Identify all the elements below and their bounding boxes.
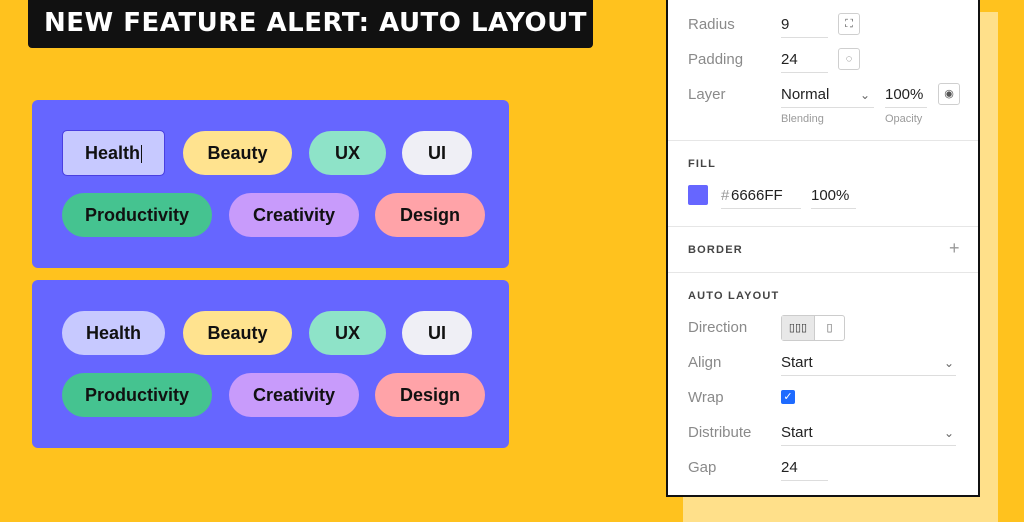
- fill-section-title: FILL: [688, 158, 717, 170]
- tag-creativity-label: Creativity: [252, 385, 336, 405]
- tag-health-label: Health: [85, 323, 141, 343]
- eye-icon[interactable]: ◉: [938, 83, 960, 105]
- tag-health-label: Health: [84, 143, 140, 163]
- opacity-underline: [885, 107, 927, 108]
- direction-label: Direction: [688, 319, 748, 336]
- blending-caption: Blending: [781, 113, 824, 125]
- tag-ui-label: UI: [428, 323, 446, 343]
- fill-opacity-underline: [811, 208, 856, 209]
- distribute-select[interactable]: Start: [781, 424, 813, 441]
- border-section-title: BORDER: [688, 244, 743, 256]
- tag-design[interactable]: Design: [375, 373, 485, 417]
- tag-beauty-label: Beauty: [207, 323, 268, 343]
- radius-underline: [781, 37, 828, 38]
- feature-banner: NEW FEATURE ALERT: AUTO LAYOUT: [28, 0, 593, 48]
- distribute-chevron-down-icon[interactable]: ⌄: [944, 426, 954, 440]
- fill-opacity-input[interactable]: 100%: [811, 187, 849, 204]
- gap-underline: [781, 480, 828, 481]
- fill-hash: #: [721, 187, 730, 204]
- fill-hex-input[interactable]: 6666FF: [731, 187, 783, 204]
- tag-creativity[interactable]: Creativity: [229, 193, 359, 237]
- tag-ui-label: UI: [428, 143, 446, 163]
- wrap-checkbox[interactable]: ✓: [781, 390, 795, 404]
- distribute-underline: [781, 445, 956, 446]
- tag-health[interactable]: Health: [62, 311, 165, 355]
- direction-toggle[interactable]: ▯▯▯ ▯: [781, 315, 845, 341]
- tag-beauty[interactable]: Beauty: [183, 131, 292, 175]
- text-cursor: [141, 145, 142, 164]
- radius-input[interactable]: 9: [781, 16, 789, 33]
- divider: [668, 140, 978, 141]
- blending-chevron-down-icon[interactable]: ⌄: [860, 88, 870, 102]
- tag-beauty-label: Beauty: [207, 143, 268, 163]
- tag-beauty[interactable]: Beauty: [183, 311, 292, 355]
- radius-label: Radius: [688, 16, 735, 33]
- opacity-input[interactable]: 100%: [885, 86, 923, 103]
- fill-hex-underline: [721, 208, 801, 209]
- distribute-label: Distribute: [688, 424, 752, 441]
- padding-label: Padding: [688, 51, 744, 68]
- divider: [668, 226, 978, 227]
- tag-container-bottom[interactable]: Health Beauty UX UI Productivity Creativ…: [32, 280, 509, 448]
- auto-layout-section-title: AUTO LAYOUT: [688, 290, 780, 302]
- align-select[interactable]: Start: [781, 354, 813, 371]
- tag-design-label: Design: [399, 385, 460, 405]
- tag-ux[interactable]: UX: [309, 311, 386, 355]
- properties-panel: Radius 9 ⛶ Padding 24 ◌ Layer Normal ⌄ B…: [666, 0, 980, 497]
- tag-container-top[interactable]: Health Beauty UX UI Productivity Creativ…: [32, 100, 509, 268]
- tag-productivity[interactable]: Productivity: [62, 373, 212, 417]
- tag-productivity-label: Productivity: [84, 205, 190, 225]
- horizontal-direction-icon[interactable]: ▯▯▯: [782, 316, 815, 340]
- tag-productivity[interactable]: Productivity: [62, 193, 212, 237]
- padding-input[interactable]: 24: [781, 51, 798, 68]
- align-underline: [781, 375, 956, 376]
- padding-underline: [781, 72, 828, 73]
- corner-radius-icon[interactable]: ⛶: [838, 13, 860, 35]
- align-chevron-down-icon[interactable]: ⌄: [944, 356, 954, 370]
- tag-design-label: Design: [399, 205, 460, 225]
- tag-creativity[interactable]: Creativity: [229, 373, 359, 417]
- wrap-label: Wrap: [688, 389, 724, 406]
- tag-health[interactable]: Health: [62, 130, 165, 176]
- gap-input[interactable]: 24: [781, 459, 798, 476]
- opacity-caption: Opacity: [885, 113, 923, 125]
- tag-productivity-label: Productivity: [84, 385, 190, 405]
- tag-design[interactable]: Design: [375, 193, 485, 237]
- add-border-plus-icon[interactable]: +: [949, 238, 960, 259]
- tag-ui[interactable]: UI: [402, 311, 472, 355]
- banner-title: NEW FEATURE ALERT: AUTO LAYOUT: [44, 8, 587, 38]
- vertical-direction-icon[interactable]: ▯: [815, 316, 844, 340]
- tag-ui[interactable]: UI: [402, 131, 472, 175]
- fill-color-swatch[interactable]: [688, 185, 708, 205]
- layer-label: Layer: [688, 86, 726, 103]
- tag-ux-label: UX: [334, 323, 360, 343]
- padding-icon[interactable]: ◌: [838, 48, 860, 70]
- tag-ux-label: UX: [334, 143, 360, 163]
- align-label: Align: [688, 354, 722, 371]
- blending-select[interactable]: Normal: [781, 86, 829, 103]
- gap-label: Gap: [688, 459, 717, 476]
- tag-creativity-label: Creativity: [252, 205, 336, 225]
- blending-underline: [781, 107, 874, 108]
- divider: [668, 272, 978, 273]
- tag-ux[interactable]: UX: [309, 131, 386, 175]
